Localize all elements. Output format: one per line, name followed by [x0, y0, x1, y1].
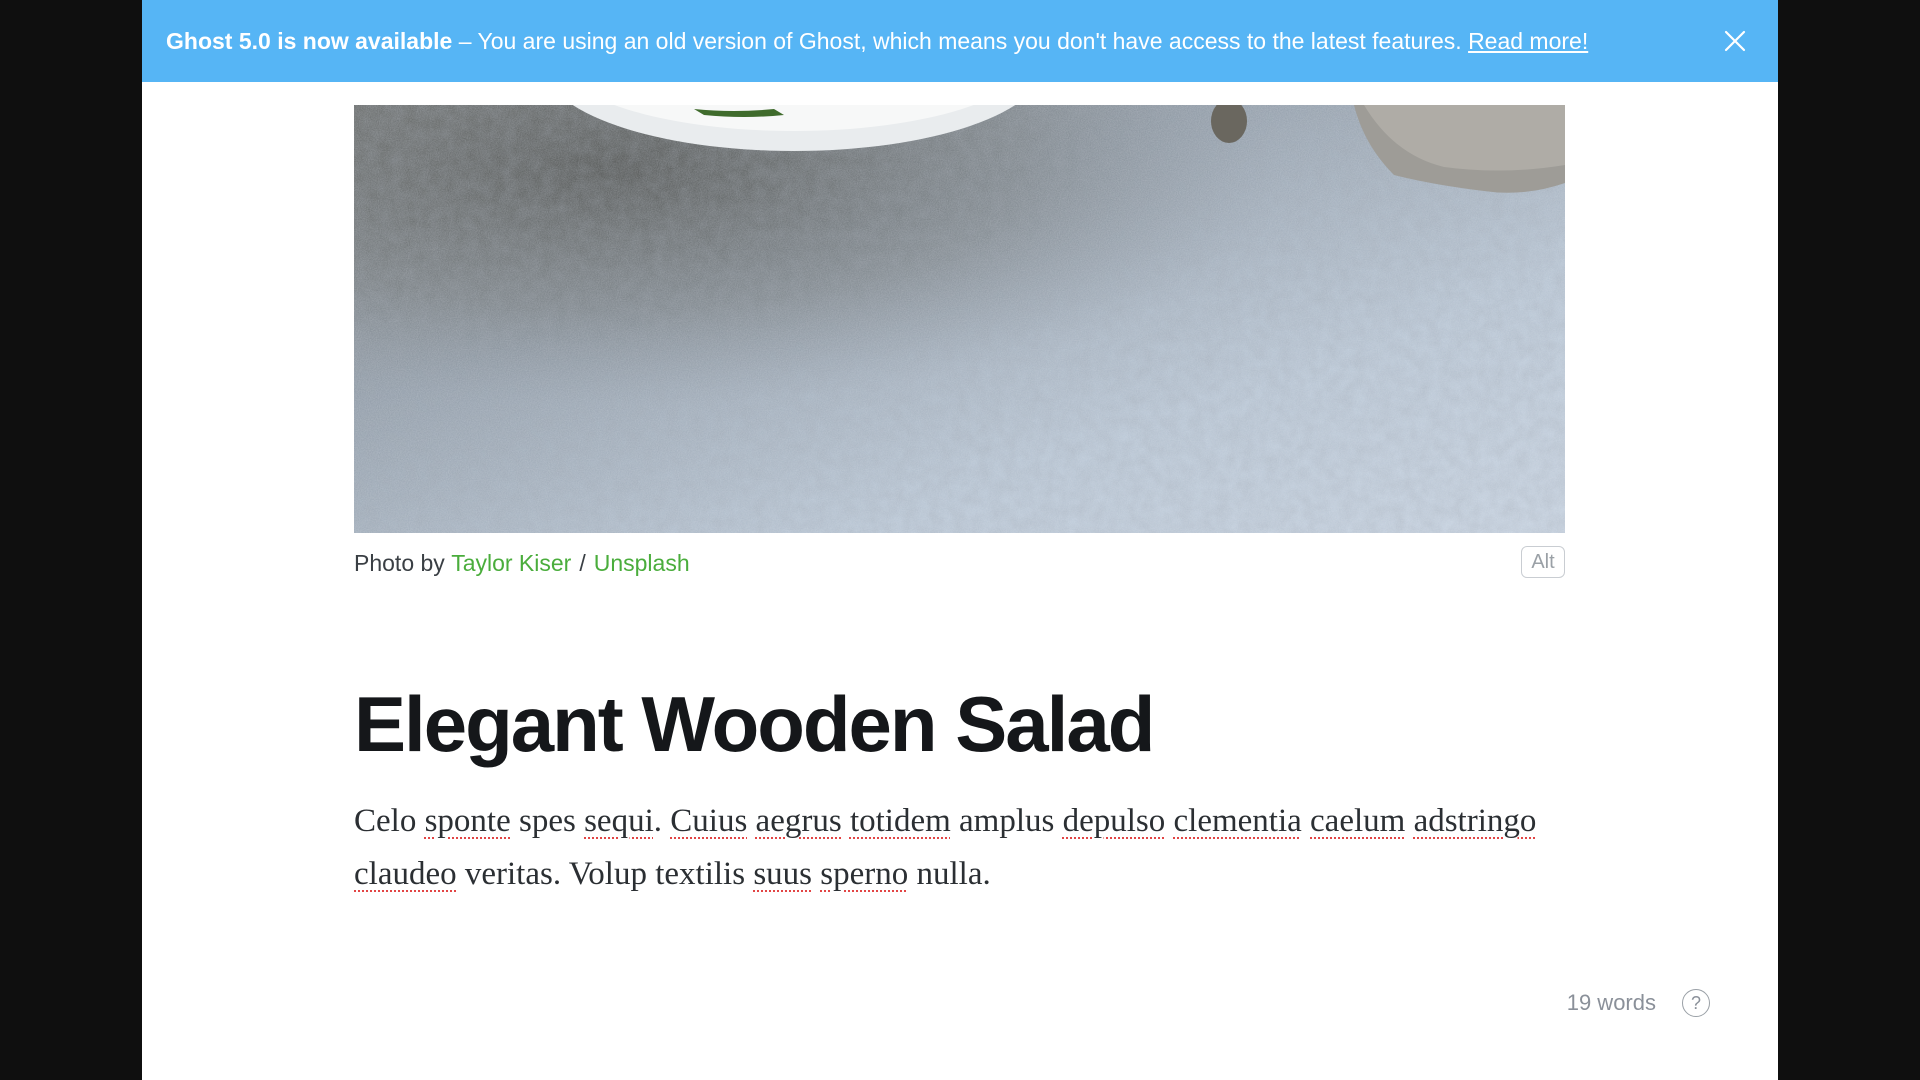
body-text-segment [1302, 803, 1310, 839]
body-text-segment: amplus [950, 803, 1063, 839]
misspelled-word: sponte [424, 803, 511, 839]
image-caption[interactable]: Photo by Taylor Kiser / Unsplash Alt [354, 546, 1565, 580]
caption-prefix: Photo by [354, 549, 445, 576]
misspelled-word: sperno [820, 856, 909, 892]
photographer-link[interactable]: Taylor Kiser [451, 550, 571, 577]
word-count: 19 words [1566, 990, 1656, 1015]
help-icon[interactable]: ? [1682, 989, 1710, 1017]
body-text-segment [1165, 803, 1173, 839]
close-icon[interactable] [1720, 26, 1750, 56]
misspelled-word: claudeo [354, 856, 457, 892]
banner-headline: Ghost 5.0 is now available [166, 27, 453, 54]
post-body[interactable]: Celo sponte spes sequi. Cuius aegrus tot… [354, 795, 1565, 901]
post-title[interactable]: Elegant Wooden Salad [354, 678, 1565, 770]
misspelled-word: totidem [849, 803, 951, 839]
read-more-link[interactable]: Read more! [1468, 28, 1588, 54]
body-text-segment: Celo [354, 803, 425, 839]
misspelled-word: aegrus [755, 803, 842, 839]
body-text-segment: veritas. Volup textilis [456, 856, 754, 892]
unsplash-link[interactable]: Unsplash [594, 550, 690, 577]
body-text-segment: spes [510, 803, 585, 839]
body-text-segment [812, 856, 820, 892]
feature-image-photo [354, 105, 1565, 533]
misspelled-word: suus [753, 856, 812, 892]
misspelled-word: depulso [1062, 803, 1166, 839]
body-text-segment [747, 803, 755, 839]
body-text-segment: . [653, 803, 671, 839]
feature-image[interactable] [354, 105, 1565, 533]
body-text-segment [842, 803, 850, 839]
body-text-segment: nulla. [908, 856, 991, 892]
misspelled-word: clementia [1173, 803, 1302, 839]
alt-text-button[interactable]: Alt [1521, 546, 1565, 578]
body-text-segment [1405, 803, 1413, 839]
misspelled-word: caelum [1310, 803, 1406, 839]
banner-message: – You are using an old version of Ghost,… [452, 27, 1469, 54]
caption-separator: / [579, 549, 586, 576]
editor-footer: 19 words ? [1567, 988, 1710, 1018]
misspelled-word: Cuius [670, 803, 748, 839]
misspelled-word: sequi [584, 803, 654, 839]
banner-text: Ghost 5.0 is now available – You are usi… [166, 28, 1588, 55]
editor-window: Ghost 5.0 is now available – You are usi… [142, 0, 1778, 1080]
update-banner: Ghost 5.0 is now available – You are usi… [142, 0, 1778, 82]
misspelled-word: adstringo [1413, 803, 1537, 839]
